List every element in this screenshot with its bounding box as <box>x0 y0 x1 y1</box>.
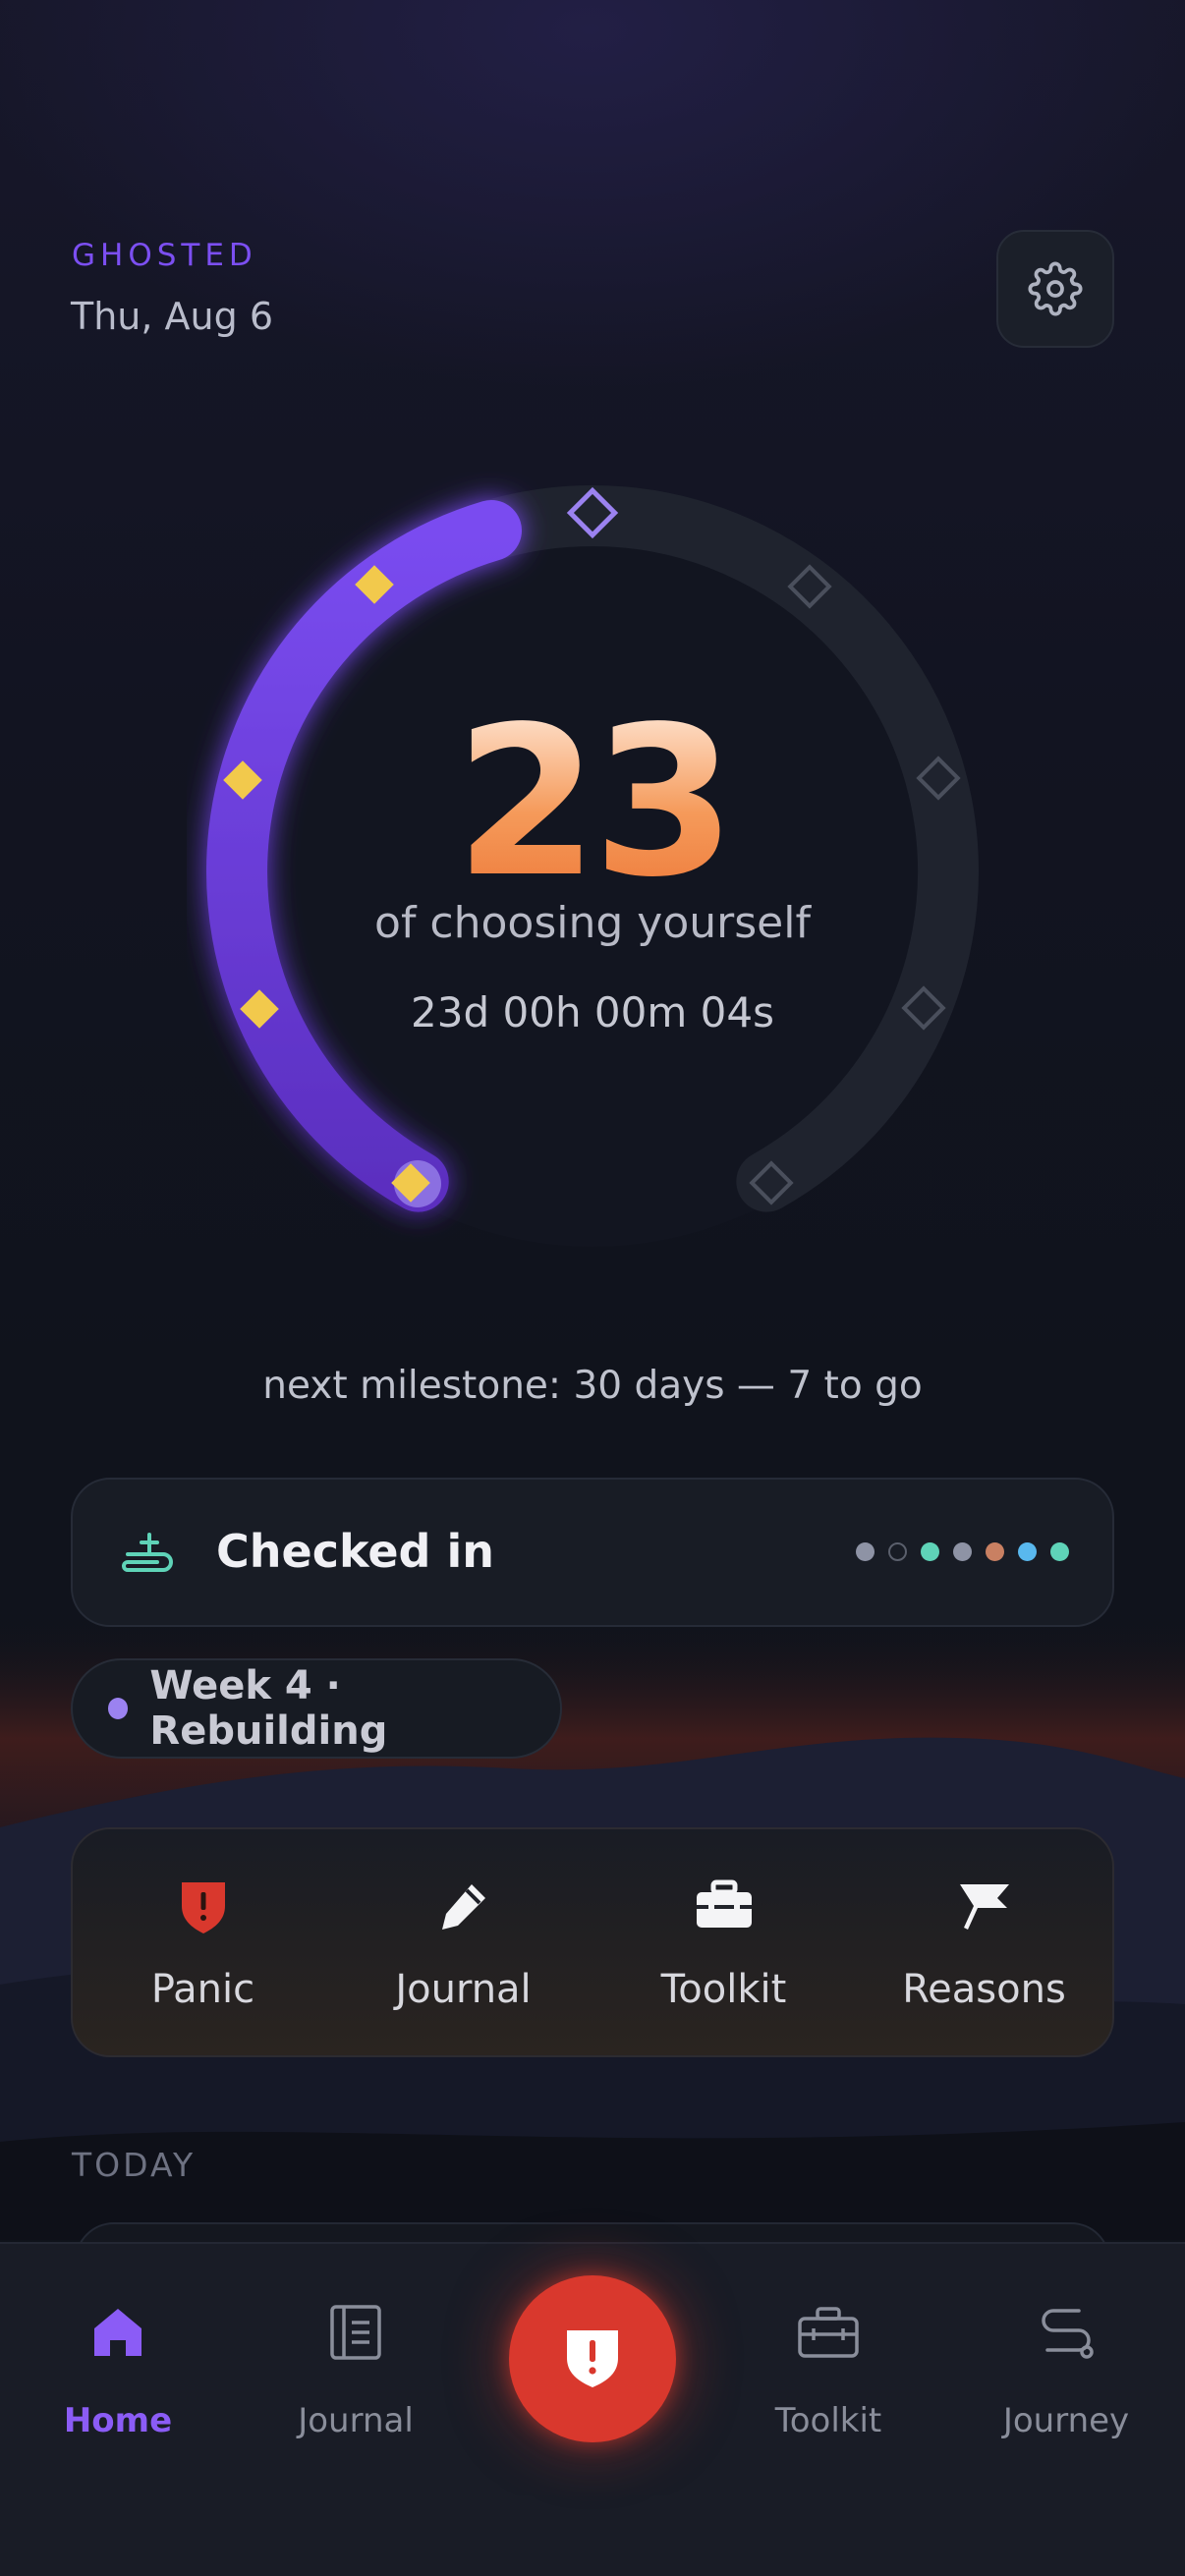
history-dot <box>953 1542 972 1561</box>
toolbox-icon <box>798 2307 859 2358</box>
history-dot <box>921 1542 939 1561</box>
week-phase-pill[interactable]: Week 4 · Rebuilding <box>71 1658 562 1759</box>
action-label: Panic <box>150 1967 255 2012</box>
app-name: GHOSTED <box>72 238 257 273</box>
check-in-icon <box>122 1533 173 1572</box>
history-dot <box>856 1542 875 1561</box>
tab-label: Journal <box>298 2401 414 2440</box>
toolbox-icon <box>696 1879 752 1928</box>
day-count: 23 <box>0 700 1185 906</box>
week-label: Week 4 · Rebuilding <box>149 1663 388 1754</box>
tab-label: Home <box>63 2401 173 2440</box>
home-icon <box>94 2309 141 2356</box>
week-dot <box>108 1698 129 1719</box>
today-section-label: TODAY <box>72 2146 197 2184</box>
history-dot <box>1050 1542 1069 1561</box>
gear-icon <box>1028 261 1083 316</box>
elapsed-time: 23d 00h 00m 04s <box>411 988 774 1036</box>
action-label: Reasons <box>902 1967 1066 2012</box>
panic-button[interactable] <box>509 2275 676 2442</box>
checkin-card[interactable]: Checked in <box>71 1478 1114 1627</box>
journal-icon <box>330 2305 381 2360</box>
shield-alert-icon <box>181 1882 225 1933</box>
action-reasons[interactable]: Reasons <box>854 1829 1114 2059</box>
settings-button[interactable] <box>996 230 1114 348</box>
checkin-history <box>856 1542 1069 1561</box>
current-date: Thu, Aug 6 <box>71 295 273 338</box>
history-dot <box>986 1542 1004 1561</box>
action-panic[interactable]: Panic <box>73 1829 333 2059</box>
action-label: Journal <box>395 1967 532 2012</box>
tab-label: Journey <box>1002 2401 1130 2440</box>
journey-path-icon <box>1042 2309 1094 2359</box>
action-journal[interactable]: Journal <box>333 1829 593 2059</box>
tab-toolkit[interactable]: Toolkit <box>730 2303 927 2460</box>
flag-icon <box>959 1884 1009 1930</box>
tab-journal[interactable]: Journal <box>257 2303 454 2460</box>
shield-alert-icon <box>567 2330 618 2387</box>
next-milestone-text: next milestone: 30 days — 7 to go <box>262 1364 923 1408</box>
tab-label: Toolkit <box>774 2401 882 2440</box>
history-dot <box>888 1542 907 1561</box>
history-dot <box>1018 1542 1037 1561</box>
pencil-icon <box>441 1884 485 1930</box>
counter-subtitle: of choosing yourself <box>374 898 811 948</box>
action-label: Toolkit <box>660 1967 787 2012</box>
quick-actions: Panic Journal Toolkit Reasons <box>71 1827 1114 2057</box>
checkin-label: Checked in <box>216 1525 494 1578</box>
action-toolkit[interactable]: Toolkit <box>593 1829 854 2059</box>
tab-home[interactable]: Home <box>20 2303 216 2460</box>
tab-journey[interactable]: Journey <box>968 2303 1164 2460</box>
